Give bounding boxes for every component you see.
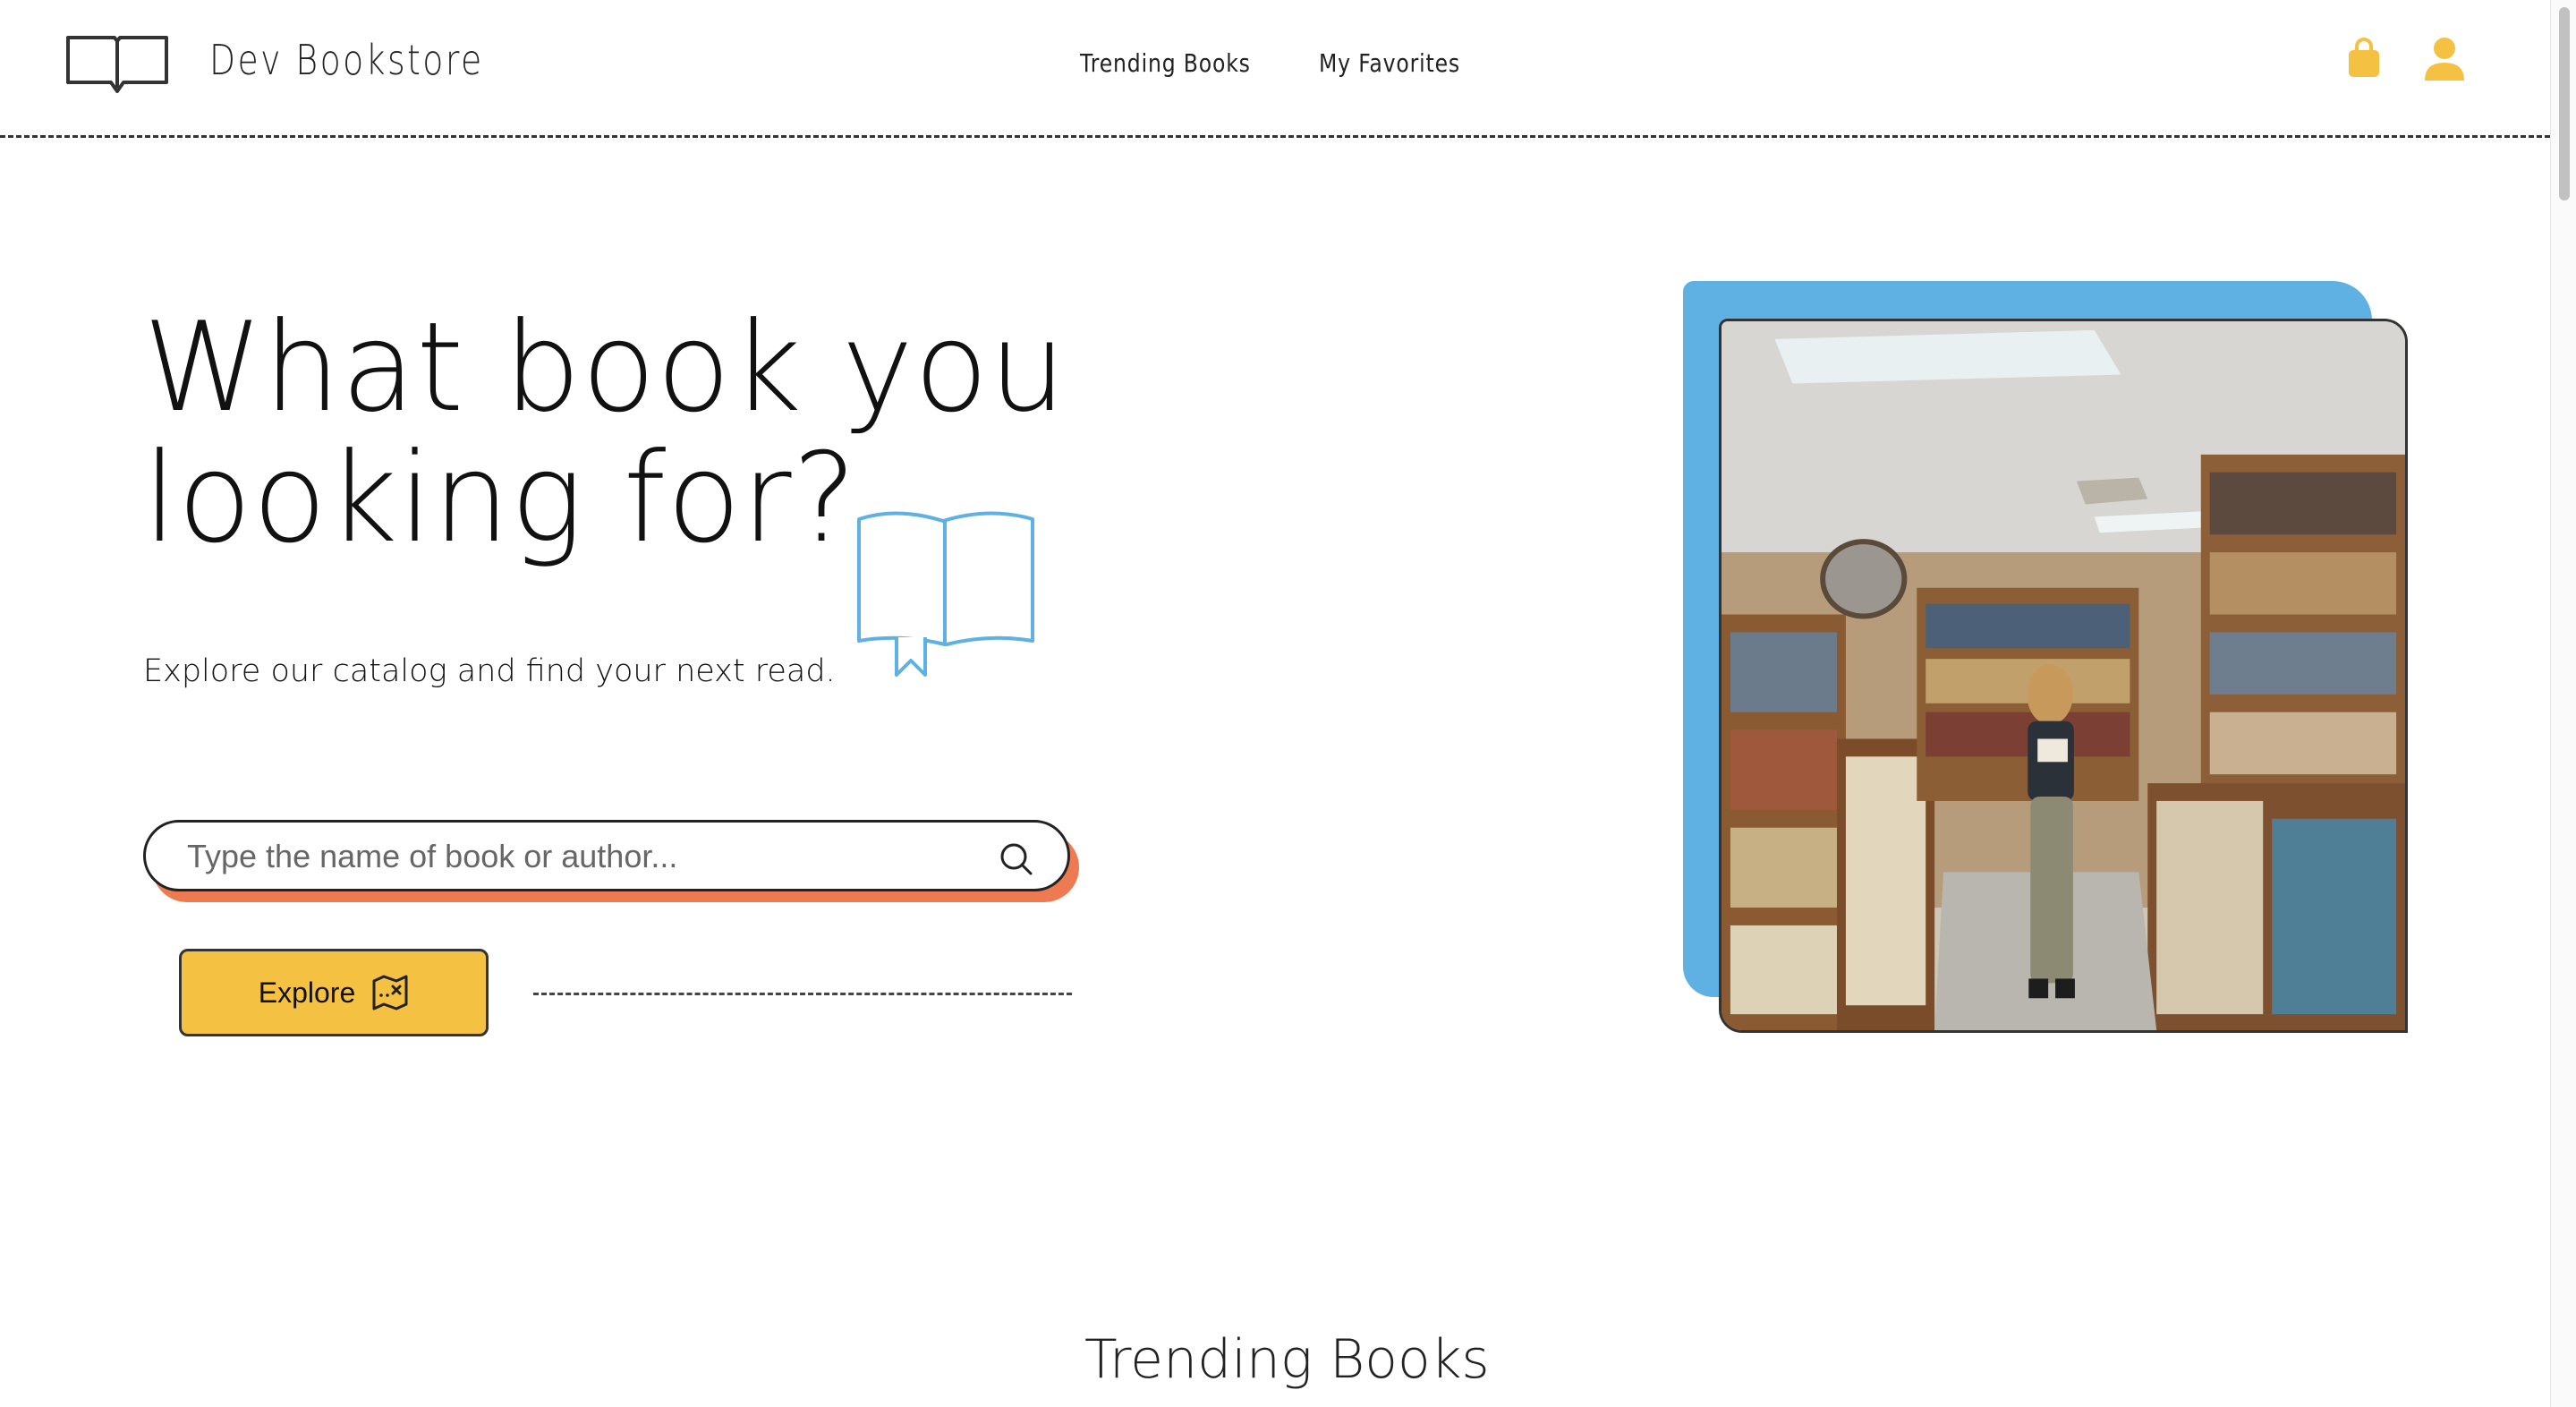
trending-section-title: Trending Books xyxy=(1084,1328,1490,1391)
user-icon[interactable] xyxy=(2423,36,2466,82)
open-book-logo-icon[interactable] xyxy=(64,32,170,97)
hero-title-line-1: What book you xyxy=(143,295,1067,439)
scrollbar-thumb[interactable] xyxy=(2559,7,2570,200)
bookstore-photo xyxy=(1719,319,2408,1033)
hero-subtitle: Explore our catalog and find your next r… xyxy=(143,653,836,689)
open-book-icon xyxy=(857,511,1034,677)
top-navbar: Dev Bookstore Trending Books My Favorite… xyxy=(0,0,2550,138)
shopping-bag-icon[interactable] xyxy=(2346,38,2382,79)
page-scrollbar[interactable] xyxy=(2550,0,2576,1407)
search-icon[interactable] xyxy=(998,840,1033,876)
search-bar[interactable] xyxy=(143,820,1070,891)
hero-title-line-2: looking for? xyxy=(143,426,858,570)
explore-button-label: Explore xyxy=(258,976,356,1009)
nav-my-favorites[interactable]: My Favorites xyxy=(1319,48,1460,78)
treasure-map-icon xyxy=(372,975,408,1010)
search-input[interactable] xyxy=(187,833,992,880)
brand-name[interactable]: Dev Bookstore xyxy=(209,36,484,84)
dashed-divider xyxy=(533,993,1072,995)
explore-button[interactable]: Explore xyxy=(179,949,489,1036)
nav-trending-books[interactable]: Trending Books xyxy=(1080,48,1251,78)
